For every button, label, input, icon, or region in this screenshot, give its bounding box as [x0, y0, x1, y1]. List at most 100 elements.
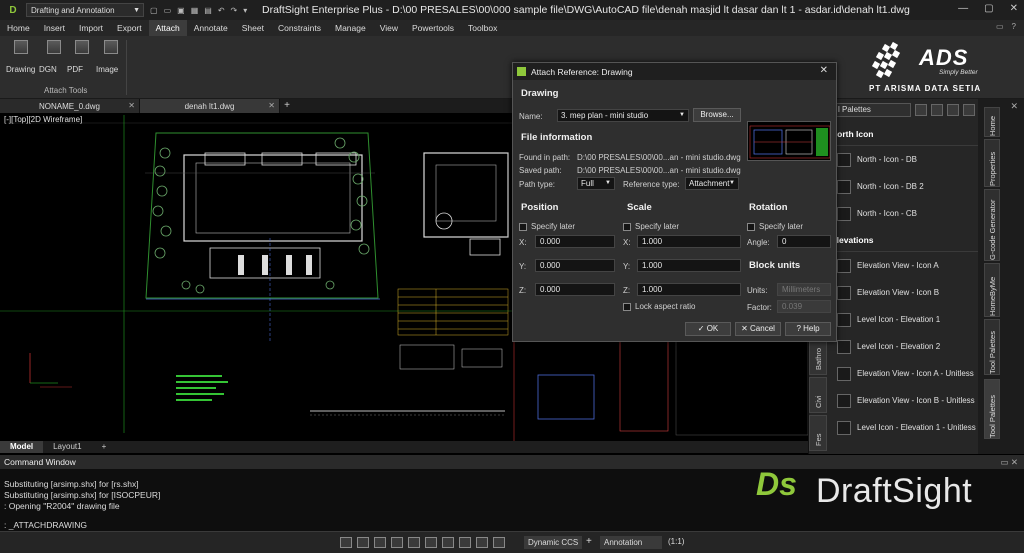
ortho-icon[interactable] [391, 537, 403, 548]
chevron-down-icon: ▼ [605, 180, 611, 186]
new-file-icon[interactable]: ▢ [150, 6, 158, 15]
save-as-icon[interactable]: ▦ [191, 6, 199, 15]
menu-sheet[interactable]: Sheet [235, 20, 271, 36]
minimize-icon[interactable]: — [958, 3, 968, 14]
drawing-name-select[interactable]: 3. mep plan - mini studio ▼ [557, 109, 689, 122]
position-x-input[interactable]: 0.000 [535, 235, 615, 248]
side-tab-gcode[interactable]: G-code Generator [984, 189, 1000, 261]
reference-type-value: Attachment [689, 179, 730, 188]
rotation-specify-later-checkbox[interactable] [747, 223, 755, 231]
dynamic-ccs-toggle[interactable]: Dynamic CCS [524, 536, 583, 549]
menu-import[interactable]: Import [72, 20, 110, 36]
palette-list-icon[interactable] [963, 104, 975, 116]
attach-drawing-button[interactable]: Drawing [6, 40, 36, 74]
menu-powertools[interactable]: Powertools [405, 20, 461, 36]
esnap-icon[interactable] [425, 537, 437, 548]
palette-item[interactable]: Elevation View - Icon B - Unitless [809, 387, 978, 414]
browse-button[interactable]: Browse... [693, 108, 741, 122]
panel-controls-icon[interactable]: ▭ ✕ [1000, 455, 1018, 469]
position-y-input[interactable]: 0.000 [535, 259, 615, 272]
cancel-label: Cancel [750, 324, 775, 333]
menu-constraints[interactable]: Constraints [271, 20, 328, 36]
annotation-scale-select[interactable]: Annotation [600, 536, 662, 549]
palette-item[interactable]: Elevation View - Icon A - Unitless [809, 360, 978, 387]
save-icon[interactable]: ▣ [177, 6, 185, 15]
ok-button[interactable]: ✓ OK [685, 322, 731, 336]
palette-tab-civil[interactable]: Civi [809, 377, 827, 413]
app-logo-icon[interactable]: D [4, 2, 22, 18]
grid-icon[interactable] [374, 537, 386, 548]
menu-insert[interactable]: Insert [37, 20, 72, 36]
side-tab-homebyme[interactable]: HomeByMe [984, 263, 1000, 317]
north-symbol-icon [837, 206, 851, 221]
lineweight-icon[interactable] [459, 537, 471, 548]
redo-icon[interactable]: ↷ [231, 6, 238, 15]
close-tab-icon[interactable]: ✕ [128, 101, 135, 110]
scale-specify-later-checkbox[interactable] [623, 223, 631, 231]
path-type-value: Full [581, 179, 594, 188]
palette-tab-label: Fes [814, 433, 823, 446]
side-tab-tool-palettes[interactable]: Tool Palettes [984, 319, 1000, 375]
new-tab-icon[interactable]: + [280, 99, 294, 113]
menu-manage[interactable]: Manage [328, 20, 373, 36]
side-tab-properties[interactable]: Properties [984, 139, 1000, 187]
dropdown-icon[interactable]: ▾ [243, 6, 247, 15]
workspace-select[interactable]: Drafting and Annotation ▼ [26, 3, 144, 17]
view-label[interactable]: [-][Top][2D Wireframe] [4, 115, 82, 124]
lock-aspect-checkbox[interactable] [623, 303, 631, 311]
palette-save-icon[interactable] [915, 104, 927, 116]
scale-y-input[interactable]: 1.000 [637, 259, 741, 272]
menu-toolbox[interactable]: Toolbox [461, 20, 504, 36]
close-icon[interactable]: ✕ [1010, 3, 1018, 14]
undo-icon[interactable]: ↶ [218, 6, 225, 15]
attach-dgn-button[interactable]: DGN [39, 40, 69, 74]
tab-model[interactable]: Model [0, 441, 44, 453]
doc-tab-noname[interactable]: NONAME_0.dwg ✕ [0, 99, 140, 113]
palette-item[interactable]: Level Icon - Elevation 1 - Unitless [809, 414, 978, 441]
add-icon[interactable]: + [586, 536, 592, 547]
path-type-select[interactable]: Full ▼ [577, 177, 615, 190]
side-tab-tool-palettes-active[interactable]: Tool Palettes [984, 379, 1000, 439]
scale-z-input[interactable]: 1.000 [637, 283, 741, 296]
etrack-icon[interactable] [442, 537, 454, 548]
palette-tab-fes[interactable]: Fes [809, 415, 827, 451]
help-icon[interactable]: ? [1012, 22, 1016, 31]
close-tab-icon[interactable]: ✕ [268, 101, 275, 110]
dialog-close-icon[interactable]: ✕ [820, 65, 828, 76]
menu-export[interactable]: Export [110, 20, 149, 36]
print-icon[interactable]: ▤ [204, 6, 212, 15]
snap-icon[interactable] [340, 537, 352, 548]
angle-input[interactable]: 0 [777, 235, 831, 248]
position-specify-later-checkbox[interactable] [519, 223, 527, 231]
menu-attach[interactable]: Attach [148, 20, 187, 36]
stop-icon[interactable] [493, 537, 505, 548]
menu-view[interactable]: View [373, 20, 405, 36]
tab-layout1[interactable]: Layout1 [43, 441, 91, 453]
cancel-button[interactable]: ✕ Cancel [735, 322, 781, 336]
side-tab-label: G-code Generator [988, 199, 997, 260]
side-tab-home[interactable]: Home [984, 107, 1000, 137]
menu-annotate[interactable]: Annotate [187, 20, 235, 36]
menu-home[interactable]: Home [0, 20, 37, 36]
palette-dropdown[interactable]: l Palettes [833, 103, 911, 117]
polar-icon[interactable] [408, 537, 420, 548]
ribbon-minimize-icon[interactable]: ▭ [996, 22, 1004, 31]
add-layout-icon[interactable]: + [92, 441, 117, 453]
palette-view-icon[interactable] [931, 104, 943, 116]
close-icon[interactable]: ✕ [1010, 101, 1018, 112]
help-button[interactable]: ? Help [785, 322, 831, 336]
attach-dgn-label: DGN [39, 65, 57, 74]
cursor-icon[interactable] [357, 537, 369, 548]
quick-input-icon[interactable] [476, 537, 488, 548]
palette-tab-bathroom[interactable]: Bathro [809, 339, 827, 375]
position-z-input[interactable]: 0.000 [535, 283, 615, 296]
palette-settings-icon[interactable] [947, 104, 959, 116]
attach-image-button[interactable]: Image [96, 40, 126, 74]
reference-type-select[interactable]: Attachment ▼ [685, 177, 739, 190]
scale-x-input[interactable]: 1.000 [637, 235, 741, 248]
position-y-label: Y: [519, 262, 527, 271]
open-file-icon[interactable]: ▭ [164, 6, 172, 15]
doc-tab-denah[interactable]: denah lt1.dwg ✕ [140, 99, 280, 113]
attach-pdf-button[interactable]: PDF [67, 40, 97, 74]
maximize-icon[interactable]: ▢ [984, 3, 993, 14]
